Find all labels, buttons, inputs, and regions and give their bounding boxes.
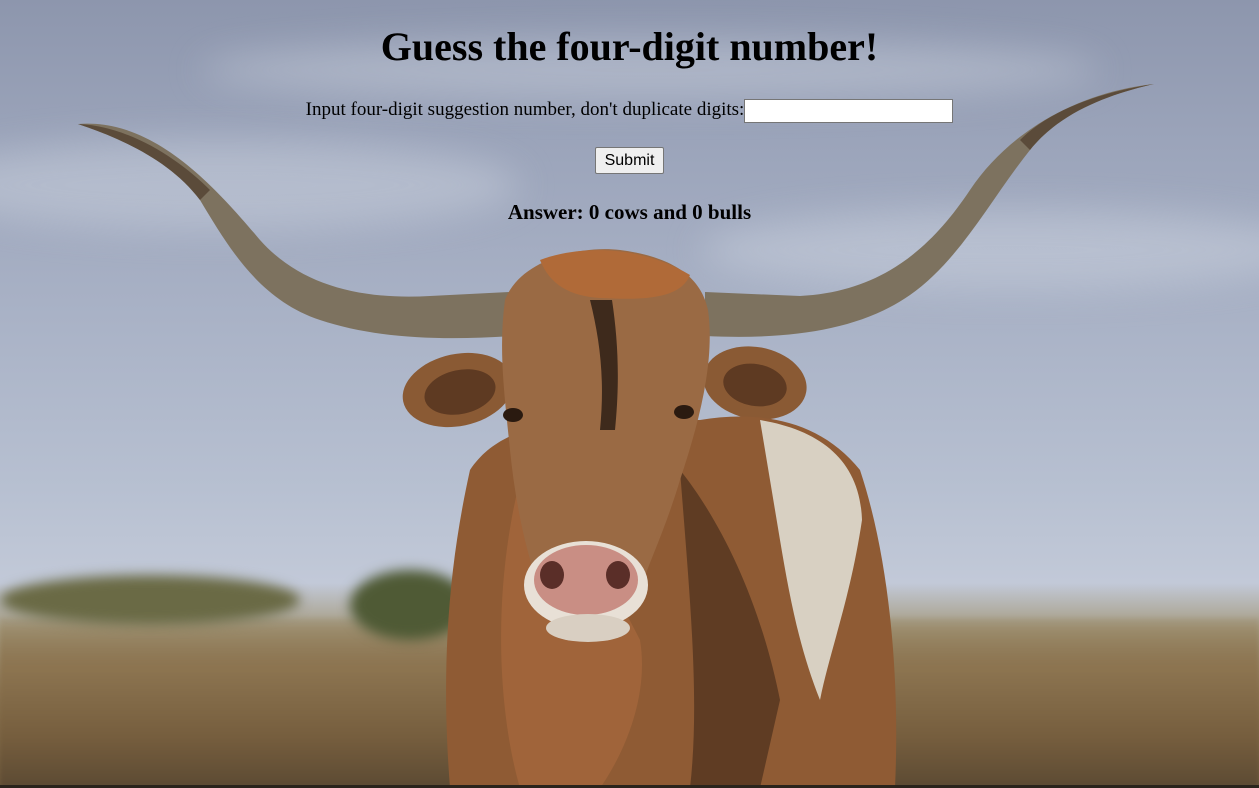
guess-input[interactable] xyxy=(744,98,954,123)
guess-input-label: Input four-digit suggestion number, don'… xyxy=(305,99,745,120)
submit-row: Submit xyxy=(0,147,1259,174)
page-title: Guess the four-digit number! xyxy=(380,24,879,69)
answer-result: Answer: 0 cows and 0 bulls xyxy=(507,200,752,224)
submit-button[interactable]: Submit xyxy=(594,147,665,174)
guess-input-row: Input four-digit suggestion number, don'… xyxy=(0,96,1259,124)
